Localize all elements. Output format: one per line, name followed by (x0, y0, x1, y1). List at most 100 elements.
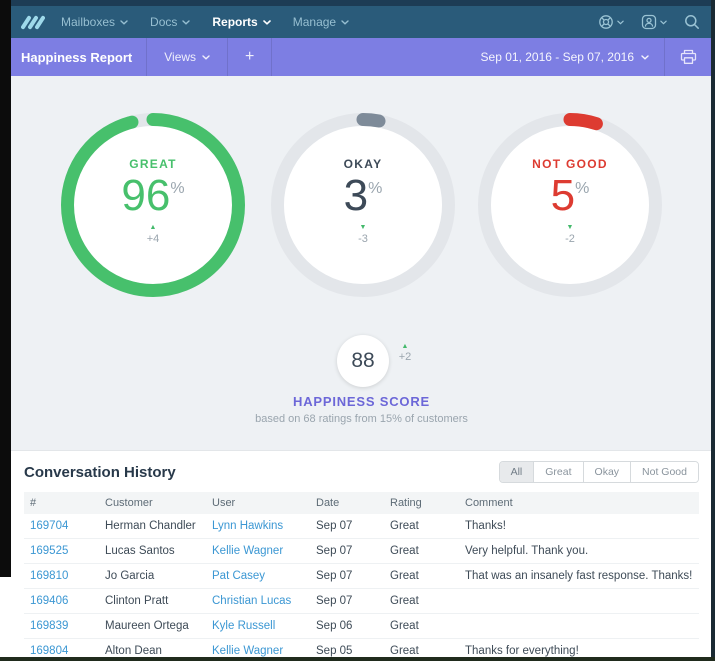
nav-item-label: Docs (150, 15, 177, 29)
report-body: GREAT 96 % ▲ +4 OKAY 3 % ▼ (11, 76, 712, 450)
print-button[interactable] (665, 38, 712, 76)
user-link[interactable]: Kellie Wagner (212, 645, 283, 657)
cell-user: Kyle Russell (206, 614, 310, 639)
gauge-content: OKAY 3 % ▼ -3 (271, 113, 455, 297)
account-icon (641, 14, 657, 30)
cell-customer: Herman Chandler (99, 514, 206, 539)
helpscout-logo-icon[interactable] (21, 14, 45, 31)
trend-up-icon: ▲ (150, 224, 157, 231)
views-label: Views (164, 50, 196, 64)
toolbar-divider (271, 38, 272, 76)
table-row: 169406 Clinton Pratt Christian Lucas Sep… (24, 589, 699, 614)
gauge-value: 96 % (121, 173, 184, 219)
chevron-down-icon (202, 55, 210, 60)
cell-date: Sep 07 (310, 514, 384, 539)
cell-rating: Great (384, 539, 459, 564)
conversation-link[interactable]: 169525 (30, 545, 68, 557)
nav-menu: Mailboxes Docs Reports Manage (61, 15, 349, 29)
nav-item-label: Mailboxes (61, 15, 115, 29)
cell-id: 169406 (24, 589, 99, 614)
filter-not-good-button[interactable]: Not Good (630, 462, 698, 482)
cell-date: Sep 06 (310, 614, 384, 639)
cell-rating: Great (384, 589, 459, 614)
page-title: Happiness Report (11, 50, 146, 65)
cell-date: Sep 07 (310, 539, 384, 564)
chevron-down-icon (182, 20, 190, 25)
chevron-down-icon (263, 20, 271, 25)
account-menu-button[interactable] (641, 14, 667, 30)
search-button[interactable] (684, 14, 700, 30)
cell-customer: Jo Garcia (99, 564, 206, 589)
conversation-link[interactable]: 169804 (30, 645, 68, 657)
table-row: 169525 Lucas Santos Kellie Wagner Sep 07… (24, 539, 699, 564)
cell-rating: Great (384, 564, 459, 589)
right-margin (715, 0, 720, 661)
help-buoy-icon (598, 14, 614, 30)
conversation-link[interactable]: 169810 (30, 570, 68, 582)
cell-id: 169839 (24, 614, 99, 639)
report-toolbar: Happiness Report Views + Sep 01, 2016 - … (11, 38, 712, 76)
nav-item-docs[interactable]: Docs (150, 15, 190, 29)
cell-comment: Very helpful. Thank you. (459, 539, 699, 564)
gauge-content: GREAT 96 % ▲ +4 (61, 113, 245, 297)
chevron-down-icon (120, 20, 128, 25)
top-edge (0, 0, 720, 6)
chevron-down-icon (341, 20, 349, 25)
nav-item-manage[interactable]: Manage (293, 15, 349, 29)
nav-item-label: Manage (293, 15, 336, 29)
gauge-not-good: NOT GOOD 5 % ▼ -2 (478, 113, 662, 297)
score-delta-value: +2 (390, 351, 420, 363)
user-link[interactable]: Kyle Russell (212, 620, 275, 632)
nav-item-reports[interactable]: Reports (212, 15, 270, 29)
cell-date: Sep 07 (310, 589, 384, 614)
col-header-comment: Comment (459, 492, 699, 514)
nav-item-mailboxes[interactable]: Mailboxes (61, 15, 128, 29)
conversation-link[interactable]: 169406 (30, 595, 68, 607)
cell-id: 169810 (24, 564, 99, 589)
cell-customer: Clinton Pratt (99, 589, 206, 614)
col-header-id: # (24, 492, 99, 514)
gauge-label: NOT GOOD (532, 157, 608, 171)
conversation-table: # Customer User Date Rating Comment 1697… (24, 492, 699, 661)
cell-user: Pat Casey (206, 564, 310, 589)
printer-icon (680, 49, 697, 65)
user-link[interactable]: Lynn Hawkins (212, 520, 283, 532)
chevron-down-icon (641, 55, 649, 60)
filter-okay-button[interactable]: Okay (583, 462, 631, 482)
happiness-score-label: HAPPINESS SCORE (11, 394, 712, 409)
gauge-label: GREAT (129, 157, 177, 171)
conversation-history-section: Conversation History All Great Okay Not … (11, 450, 712, 657)
help-menu-button[interactable] (598, 14, 624, 30)
col-header-rating: Rating (384, 492, 459, 514)
table-row: 169810 Jo Garcia Pat Casey Sep 07 Great … (24, 564, 699, 589)
nav-right (598, 14, 700, 30)
col-header-date: Date (310, 492, 384, 514)
views-dropdown[interactable]: Views (147, 38, 227, 76)
happiness-score-circle: 88 (337, 335, 389, 387)
conversation-link[interactable]: 169704 (30, 520, 68, 532)
conversation-link[interactable]: 169839 (30, 620, 68, 632)
top-nav: Mailboxes Docs Reports Manage (11, 6, 712, 38)
user-link[interactable]: Pat Casey (212, 570, 265, 582)
cell-user: Lynn Hawkins (206, 514, 310, 539)
cell-comment (459, 614, 699, 639)
filter-great-button[interactable]: Great (533, 462, 582, 482)
chevron-down-icon (617, 20, 624, 25)
gauge-content: NOT GOOD 5 % ▼ -2 (478, 113, 662, 297)
date-range-label: Sep 01, 2016 - Sep 07, 2016 (481, 50, 634, 64)
date-range-picker[interactable]: Sep 01, 2016 - Sep 07, 2016 (466, 38, 664, 76)
cell-id: 169525 (24, 539, 99, 564)
cell-comment: That was an insanely fast response. Than… (459, 564, 699, 589)
user-link[interactable]: Christian Lucas (212, 595, 291, 607)
gauge-delta: -2 (565, 233, 575, 245)
gauge-delta: +4 (147, 233, 160, 245)
cell-rating: Great (384, 514, 459, 539)
cell-date: Sep 07 (310, 564, 384, 589)
add-view-button[interactable]: + (228, 38, 271, 76)
cell-comment (459, 589, 699, 614)
bottom-edge (0, 657, 715, 661)
filter-all-button[interactable]: All (500, 462, 534, 482)
chevron-down-icon (660, 20, 667, 25)
user-link[interactable]: Kellie Wagner (212, 545, 283, 557)
happiness-score-subtitle: based on 68 ratings from 15% of customer… (11, 413, 712, 425)
